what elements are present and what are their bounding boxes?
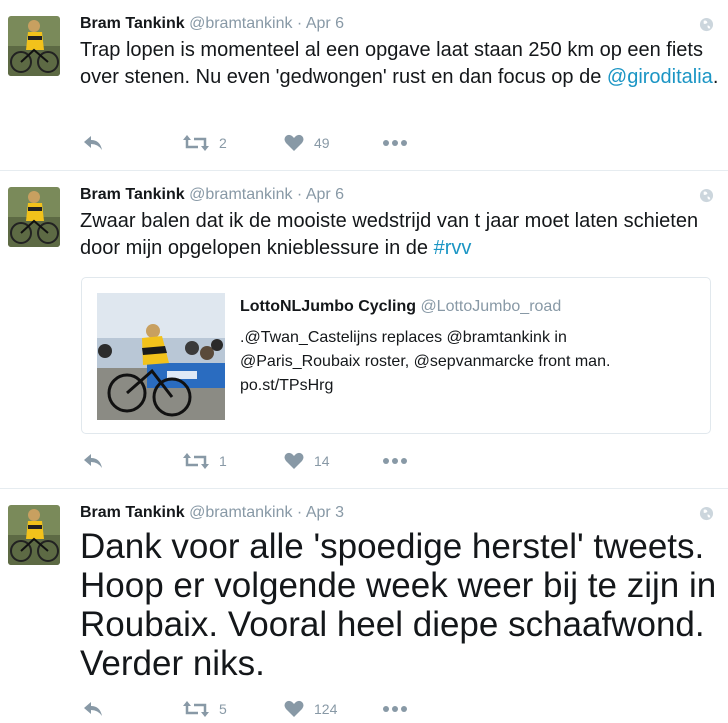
avatar[interactable] — [8, 187, 60, 247]
tweet-header: Bram Tankink @bramtankink · Apr 6 — [80, 14, 728, 34]
avatar[interactable] — [8, 505, 60, 565]
separator: · — [296, 504, 303, 521]
reply-icon — [84, 702, 102, 716]
more-button[interactable] — [382, 134, 408, 152]
more-button[interactable] — [382, 452, 408, 470]
retweet-button[interactable]: 1 — [183, 452, 227, 470]
quoted-author-name[interactable]: LottoNLJumbo Cycling — [240, 298, 416, 315]
author-handle[interactable]: @bramtankink — [189, 504, 292, 521]
tweet-header: Bram Tankink @bramtankink · Apr 6 — [80, 185, 728, 205]
reply-icon — [84, 136, 102, 150]
author-name[interactable]: Bram Tankink — [80, 15, 185, 32]
heart-icon — [284, 452, 304, 469]
like-count: 49 — [314, 135, 330, 151]
author-handle[interactable]: @bramtankink — [189, 15, 292, 32]
reply-button[interactable] — [82, 700, 104, 718]
author-name[interactable]: Bram Tankink — [80, 186, 185, 203]
timestamp[interactable]: Apr 3 — [306, 504, 344, 521]
quoted-tweet-image[interactable] — [97, 293, 225, 420]
tweet-2[interactable]: Bram Tankink @bramtankink · Apr 6 Zwaar … — [0, 171, 728, 489]
tweet-text: Dank voor alle 'spoedige herstel' tweets… — [80, 527, 717, 683]
reply-button[interactable] — [82, 452, 104, 470]
quoted-tweet[interactable]: LottoNLJumbo Cycling @LottoJumbo_road .@… — [81, 277, 711, 434]
like-count: 14 — [314, 453, 330, 469]
more-dots-icon — [383, 140, 407, 146]
tweet-actions: 2 49 — [80, 134, 440, 156]
timestamp[interactable]: Apr 6 — [306, 15, 344, 32]
tweet-text: Zwaar balen dat ik de mooiste wedstrijd … — [80, 210, 699, 259]
author-name[interactable]: Bram Tankink — [80, 504, 185, 521]
tweet-1[interactable]: Bram Tankink @bramtankink · Apr 6 Trap l… — [0, 0, 728, 171]
globe-icon[interactable] — [699, 506, 714, 521]
heart-icon — [284, 134, 304, 151]
globe-icon[interactable] — [699, 17, 714, 32]
quoted-author-handle[interactable]: @LottoJumbo_road — [420, 298, 561, 315]
separator: · — [296, 186, 303, 203]
tweet-3[interactable]: Bram Tankink @bramtankink · Apr 3 Dank v… — [0, 489, 728, 723]
tweet-header: Bram Tankink @bramtankink · Apr 3 — [80, 503, 728, 523]
heart-icon — [284, 700, 304, 717]
quoted-tweet-text: .@Twan_Castelijns replaces @bramtankink … — [240, 329, 611, 394]
more-dots-icon — [383, 706, 407, 712]
avatar[interactable] — [8, 16, 60, 76]
retweet-icon — [183, 701, 209, 717]
retweet-count: 1 — [219, 453, 227, 469]
reply-button[interactable] — [82, 134, 104, 152]
mention-link[interactable]: @giroditalia — [607, 66, 713, 88]
hashtag-link[interactable]: #rvv — [434, 237, 472, 259]
retweet-button[interactable]: 5 — [183, 700, 227, 718]
retweet-count: 2 — [219, 135, 227, 151]
separator: · — [296, 15, 303, 32]
tweet-actions: 5 124 — [80, 700, 440, 722]
tweet-actions: 1 14 — [80, 452, 440, 474]
like-button[interactable]: 124 — [284, 700, 337, 718]
tweet-text: Trap lopen is momenteel al een opgave la… — [80, 39, 719, 88]
author-handle[interactable]: @bramtankink — [189, 186, 292, 203]
timestamp[interactable]: Apr 6 — [306, 186, 344, 203]
like-count: 124 — [314, 701, 338, 717]
more-button[interactable] — [382, 700, 408, 718]
more-dots-icon — [383, 458, 407, 464]
retweet-icon — [183, 453, 209, 469]
like-button[interactable]: 14 — [284, 452, 330, 470]
retweet-icon — [183, 135, 209, 151]
globe-icon[interactable] — [699, 188, 714, 203]
retweet-button[interactable]: 2 — [183, 134, 227, 152]
reply-icon — [84, 454, 102, 468]
like-button[interactable]: 49 — [284, 134, 330, 152]
quoted-author[interactable]: LottoNLJumbo Cycling @LottoJumbo_road — [240, 298, 561, 316]
retweet-count: 5 — [219, 701, 227, 717]
